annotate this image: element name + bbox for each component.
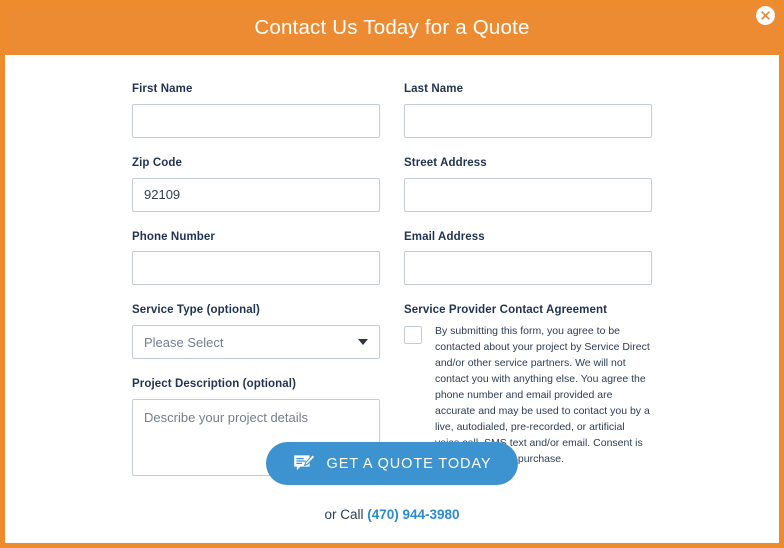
service-type-selected-value: Please Select bbox=[144, 334, 224, 350]
form-column-left: First Name Zip Code Phone Number Service… bbox=[132, 83, 380, 495]
label-last-name: Last Name bbox=[404, 83, 464, 95]
field-email-address: Email Address bbox=[404, 231, 652, 286]
first-name-input[interactable] bbox=[132, 103, 380, 138]
agreement-checkbox[interactable] bbox=[404, 326, 422, 345]
field-phone-number: Phone Number bbox=[132, 231, 380, 286]
field-last-name: Last Name bbox=[404, 83, 652, 138]
message-edit-icon bbox=[293, 453, 316, 470]
cta-container: GET A QUOTE TODAY bbox=[5, 442, 779, 485]
street-address-input[interactable] bbox=[404, 177, 652, 212]
quote-modal: Contact Us Today for a Quote First Name … bbox=[0, 0, 784, 548]
page-title: Contact Us Today for a Quote bbox=[254, 16, 530, 40]
modal-header: Contact Us Today for a Quote bbox=[5, 5, 779, 55]
label-street-address: Street Address bbox=[404, 156, 487, 169]
label-zip-code: Zip Code bbox=[132, 156, 182, 169]
get-a-quote-button-label: GET A QUOTE TODAY bbox=[326, 455, 492, 472]
email-field[interactable] bbox=[404, 251, 652, 286]
service-type-select[interactable]: Please Select bbox=[132, 325, 380, 360]
close-x-glyph bbox=[761, 11, 770, 20]
service-type-select-wrap: Please Select bbox=[132, 325, 380, 360]
get-a-quote-button[interactable]: GET A QUOTE TODAY bbox=[265, 442, 519, 485]
phone-number-input[interactable] bbox=[132, 251, 380, 286]
form-column-right: Last Name Street Address Email Address S… bbox=[404, 83, 652, 487]
label-project-description: Project Description (optional) bbox=[132, 378, 297, 391]
call-line: or Call (470) 944-3980 bbox=[5, 507, 779, 522]
last-name-input[interactable] bbox=[404, 103, 652, 138]
field-zip-code: Zip Code bbox=[132, 157, 380, 212]
close-icon[interactable] bbox=[756, 6, 775, 25]
form-body: First Name Zip Code Phone Number Service… bbox=[5, 55, 779, 543]
label-service-type: Service Type (optional) bbox=[132, 304, 260, 317]
field-first-name: First Name bbox=[132, 83, 380, 138]
field-service-type: Service Type (optional) Please Select bbox=[132, 304, 380, 360]
zip-code-input[interactable] bbox=[132, 177, 380, 212]
label-email-address: Email Address bbox=[404, 230, 485, 243]
label-phone-number: Phone Number bbox=[132, 230, 215, 243]
call-prefix: or Call bbox=[324, 507, 368, 522]
phone-link[interactable]: (470) 944-3980 bbox=[367, 507, 459, 522]
label-first-name: First Name bbox=[132, 83, 193, 95]
label-service-provider-agreement: Service Provider Contact Agreement bbox=[404, 304, 608, 317]
field-street-address: Street Address bbox=[404, 157, 652, 212]
